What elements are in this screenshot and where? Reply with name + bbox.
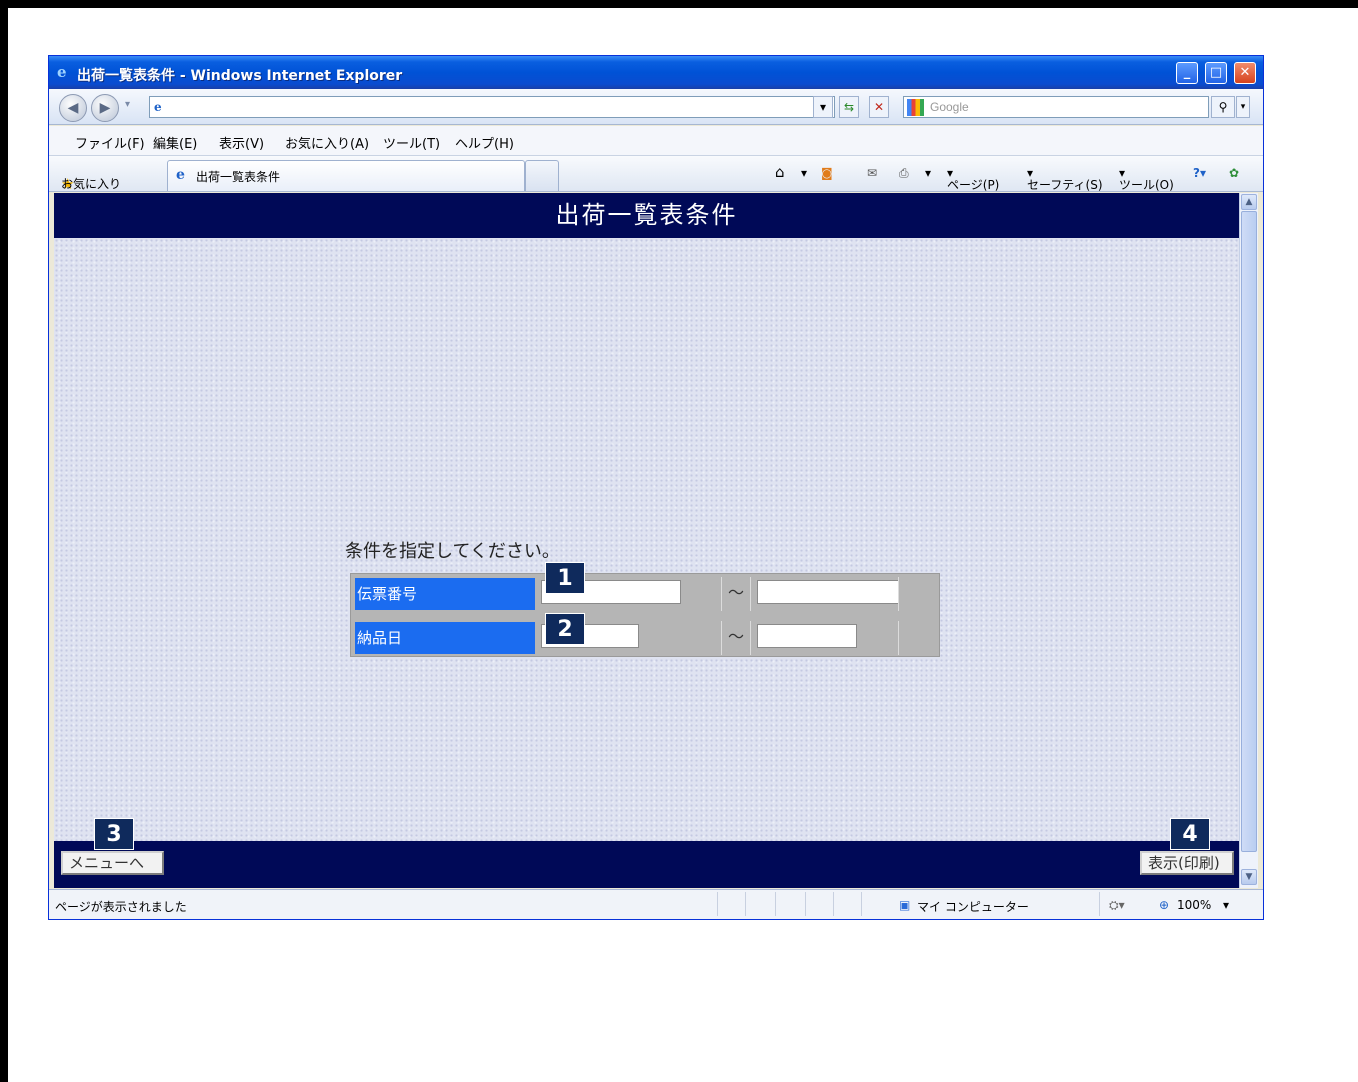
- computer-zone-icon: ▣: [899, 898, 911, 912]
- title-bar: e 出荷一覧表条件 - Windows Internet Explorer _ …: [49, 56, 1263, 89]
- status-bar: ページが表示されました ▣ マイ コンピューター ⛭▾ ⊕ 100% ▾: [49, 889, 1263, 919]
- condition-table: 伝票番号 ～ 納品日 ～: [350, 573, 940, 657]
- status-divider: [775, 892, 776, 916]
- home-dropdown-icon[interactable]: ▾: [801, 166, 807, 180]
- status-divider: [861, 892, 862, 916]
- close-button[interactable]: ✕: [1234, 62, 1256, 84]
- status-divider: [833, 892, 834, 916]
- window-title: 出荷一覧表条件 - Windows Internet Explorer: [77, 68, 403, 84]
- slip-number-label: 伝票番号: [355, 578, 535, 610]
- page-menu-label: ページ(P): [947, 178, 1000, 192]
- tab-ie-icon: e: [176, 167, 185, 183]
- search-options-icon[interactable]: ▾: [1236, 96, 1250, 118]
- vertical-scrollbar[interactable]: ▲ ▼: [1239, 193, 1258, 888]
- menu-file[interactable]: ファイル(F): [75, 133, 145, 152]
- browser-window: e 出荷一覧表条件 - Windows Internet Explorer _ …: [48, 55, 1264, 920]
- refresh-icon[interactable]: ⇆: [839, 96, 859, 118]
- mail-icon[interactable]: ✉: [867, 166, 877, 180]
- tab-current[interactable]: e 出荷一覧表条件: [167, 160, 525, 191]
- address-input[interactable]: e: [149, 96, 835, 118]
- google-icon: [907, 99, 924, 116]
- menu-help[interactable]: ヘルプ(H): [455, 133, 514, 152]
- callout-badge-4: 4: [1170, 818, 1210, 850]
- home-icon[interactable]: ⌂: [775, 163, 785, 181]
- safety-menu[interactable]: セーフティ(S) ▾: [1027, 166, 1103, 192]
- favorites-label: お気に入り: [61, 177, 122, 191]
- status-divider: [745, 892, 746, 916]
- zoom-level[interactable]: 100%: [1177, 898, 1211, 912]
- zoom-dropdown-icon[interactable]: ▾: [1223, 898, 1229, 912]
- status-divider: [805, 892, 806, 916]
- menu-favorites[interactable]: お気に入り(A): [285, 133, 369, 152]
- delivery-date-to-input[interactable]: [757, 624, 857, 648]
- print-icon[interactable]: ⎙: [899, 166, 909, 181]
- condition-row-delivery-date: 納品日 ～: [351, 618, 939, 658]
- menu-view[interactable]: 表示(V): [219, 133, 264, 152]
- tab-bar: ★ お気に入り e 出荷一覧表条件 ⌂ ▾ ◙ ✉ ⎙ ▾ ページ(P) ▾ セ…: [49, 156, 1263, 193]
- tools-menu[interactable]: ツール(O) ▾: [1119, 166, 1174, 192]
- history-dropdown-icon[interactable]: ▾: [125, 99, 130, 110]
- status-divider: [717, 892, 718, 916]
- ie-logo-icon: e: [57, 63, 67, 81]
- page-footer: メニューへ 表示(印刷): [54, 841, 1239, 888]
- search-input[interactable]: Google: [903, 96, 1209, 118]
- row-end-cell: [898, 621, 936, 655]
- help-icon[interactable]: ?▾: [1193, 166, 1206, 180]
- condition-row-slip-number: 伝票番号 ～: [351, 574, 939, 614]
- page-icon: e: [154, 100, 162, 114]
- instruction-text: 条件を指定してください。: [345, 541, 560, 562]
- stop-icon[interactable]: ✕: [869, 96, 889, 118]
- menu-button[interactable]: メニューへ: [61, 851, 164, 875]
- security-zone-label: マイ コンピューター: [917, 900, 1029, 914]
- address-dropdown-icon[interactable]: ▾: [813, 96, 833, 118]
- research-icon[interactable]: ✿: [1229, 166, 1239, 180]
- tools-menu-label: ツール(O): [1119, 178, 1174, 192]
- callout-badge-3: 3: [94, 818, 134, 850]
- range-separator: ～: [721, 621, 751, 655]
- scroll-thumb[interactable]: [1241, 211, 1257, 852]
- page-content: 出荷一覧表条件 条件を指定してください。 伝票番号 ～ 納品日 ～ 1 2 メニ…: [54, 193, 1239, 888]
- scroll-up-icon[interactable]: ▲: [1241, 194, 1257, 210]
- menu-tools[interactable]: ツール(T): [383, 133, 440, 152]
- range-separator: ～: [721, 577, 751, 611]
- minimize-button[interactable]: _: [1176, 62, 1198, 84]
- row-end-cell: [898, 577, 936, 611]
- back-button[interactable]: ◀: [59, 94, 87, 122]
- new-tab-button[interactable]: [525, 160, 559, 191]
- forward-button[interactable]: ▶: [91, 94, 119, 122]
- callout-badge-1: 1: [545, 562, 585, 594]
- scroll-down-icon[interactable]: ▼: [1241, 869, 1257, 885]
- zoom-icon[interactable]: ⊕: [1159, 898, 1169, 912]
- page-title: 出荷一覧表条件: [54, 193, 1239, 238]
- tab-label: 出荷一覧表条件: [196, 170, 281, 184]
- address-bar: ◀ ▶ ▾ e ▾ ⇆ ✕ Google ⚲ ▾: [49, 89, 1263, 125]
- protected-mode-icon[interactable]: ⛭▾: [1109, 898, 1125, 913]
- callout-badge-2: 2: [545, 613, 585, 645]
- maximize-button[interactable]: □: [1205, 62, 1227, 84]
- status-message: ページが表示されました: [55, 900, 187, 914]
- search-placeholder: Google: [930, 100, 969, 114]
- menu-bar: ファイル(F) 編集(E) 表示(V) お気に入り(A) ツール(T) ヘルプ(…: [49, 126, 1263, 156]
- status-divider: [1099, 892, 1100, 916]
- page-menu[interactable]: ページ(P) ▾: [947, 166, 999, 192]
- search-button-icon[interactable]: ⚲: [1211, 96, 1235, 118]
- print-dropdown-icon[interactable]: ▾: [925, 166, 931, 180]
- display-print-button[interactable]: 表示(印刷): [1140, 851, 1234, 875]
- safety-menu-label: セーフティ(S): [1027, 178, 1103, 192]
- delivery-date-label: 納品日: [355, 622, 535, 654]
- feeds-icon[interactable]: ◙: [821, 166, 833, 180]
- menu-edit[interactable]: 編集(E): [153, 133, 197, 152]
- slip-number-to-input[interactable]: [757, 580, 899, 604]
